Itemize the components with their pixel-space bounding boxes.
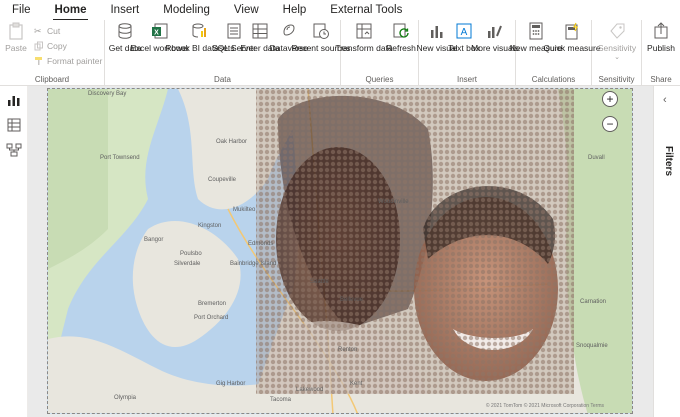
map-label-mukilteo: Mukilteo	[233, 207, 256, 213]
map-label-bellevue: Bellevue	[340, 297, 364, 303]
text-box-icon: A	[456, 23, 472, 39]
map-label-edmonds: Edmonds	[248, 241, 274, 247]
more-visuals-button[interactable]: More visuals	[471, 22, 519, 53]
map-label-oak-harbor: Oak Harbor	[216, 139, 248, 145]
format-painter-button[interactable]: Format painter	[34, 56, 102, 66]
calculator-icon	[529, 22, 543, 40]
menu-modeling[interactable]: Modeling	[151, 0, 222, 20]
insert-group-label: Insert	[456, 75, 477, 84]
chevron-down-icon: ⌄	[614, 54, 620, 61]
publish-icon	[654, 22, 668, 39]
data-group-label: Data	[214, 75, 231, 84]
format-painter-icon	[35, 57, 42, 65]
sensitivity-button[interactable]: Sensitivity ⌄	[596, 22, 638, 63]
publish-button[interactable]: Publish	[644, 22, 678, 53]
data-view-icon[interactable]	[6, 117, 22, 133]
map-image	[48, 89, 632, 413]
minus-icon: −	[606, 117, 614, 131]
insert-group: New visual A Text box More visuals Inser…	[416, 20, 519, 86]
refresh-button[interactable]: Refresh	[385, 22, 417, 53]
quick-measure-button[interactable]: Quick measure	[543, 22, 601, 53]
map-label-port-townsend: Port Townsend	[100, 155, 140, 161]
map-visual[interactable]: Discovery Bay Port Townsend Oak Harbor C…	[47, 88, 633, 414]
paste-button[interactable]: Paste	[4, 22, 28, 53]
calculations-group: New measure Quick measure Calculations	[510, 20, 601, 86]
map-label-silverdale: Silverdale	[174, 261, 201, 267]
sensitivity-group-label: Sensitivity	[598, 75, 635, 84]
map-label-seattle: Seattle	[310, 279, 329, 285]
clipboard-group: Paste ✂ Cut Copy Format painter Clipboar…	[0, 20, 105, 86]
paste-icon	[9, 22, 23, 40]
cut-button[interactable]: ✂ Cut	[34, 26, 60, 36]
chevron-left-icon[interactable]: ‹	[663, 94, 667, 106]
more-visuals-icon	[488, 25, 502, 38]
menu-insert[interactable]: Insert	[98, 0, 151, 20]
report-view-icon[interactable]	[6, 92, 22, 108]
model-view-icon[interactable]	[6, 142, 22, 158]
copy-icon	[34, 41, 43, 51]
map-label-duvall: Duvall	[588, 155, 605, 161]
map-label-bremerton: Bremerton	[198, 301, 227, 307]
copy-button[interactable]: Copy	[34, 41, 67, 51]
clipboard-group-label: Clipboard	[34, 75, 70, 84]
filters-pane[interactable]: ‹ Filters	[653, 86, 680, 417]
map-label-discovery-bay: Discovery Bay	[88, 91, 127, 97]
map-label-renton: Renton	[338, 347, 358, 353]
map-label-kent: Kent	[350, 381, 363, 387]
map-label-lakewood: Lakewood	[296, 387, 324, 393]
share-group: Publish Share	[642, 20, 680, 86]
ribbon: Paste ✂ Cut Copy Format painter Clipboar…	[0, 20, 680, 86]
zoom-out-button[interactable]: −	[602, 116, 618, 132]
refresh-icon	[393, 23, 409, 38]
menu-home[interactable]: Home	[43, 0, 99, 21]
plus-icon: +	[606, 92, 614, 106]
scissors-icon: ✂	[34, 26, 42, 36]
dataverse-icon	[283, 24, 295, 36]
map-label-gig-harbor: Gig Harbor	[216, 381, 246, 387]
new-visual-button[interactable]: New visual	[416, 22, 458, 53]
menu-view[interactable]: View	[222, 0, 271, 20]
map-label-tacoma: Tacoma	[270, 397, 292, 403]
sensitivity-group: Sensitivity ⌄ Sensitivity	[592, 20, 642, 86]
filters-label: Filters	[663, 146, 674, 177]
sql-server-icon	[227, 23, 241, 39]
map-label-olympia: Olympia	[114, 395, 137, 401]
map-label-kingston: Kingston	[198, 223, 222, 229]
menu-help[interactable]: Help	[271, 0, 319, 20]
map-label-bainbridge-island: Bainbridge Island	[230, 261, 277, 267]
recent-sources-icon	[313, 23, 329, 39]
menu-bar: File Home Insert Modeling View Help Exte…	[0, 0, 680, 21]
power-bi-dataset-icon	[192, 23, 206, 38]
share-group-label: Share	[650, 75, 672, 84]
map-label-woodinville: Woodinville	[378, 199, 409, 205]
map-label-poulsbo: Poulsbo	[180, 251, 202, 257]
sensitivity-label-icon	[610, 23, 625, 39]
svg-text:A: A	[461, 27, 468, 38]
map-copyright: © 2021 TomTom © 2021 Microsoft Corporati…	[485, 403, 604, 409]
zoom-in-button[interactable]: +	[602, 91, 618, 107]
transform-data-button[interactable]: Transform data	[335, 22, 393, 53]
menu-external-tools[interactable]: External Tools	[318, 0, 414, 20]
calculations-group-label: Calculations	[531, 75, 576, 84]
transform-data-icon	[356, 23, 372, 39]
excel-icon: X	[152, 23, 168, 39]
new-visual-icon	[431, 26, 443, 38]
queries-group: Transform data Refresh Queries	[335, 20, 419, 86]
map-label-port-orchard: Port Orchard	[194, 315, 229, 321]
table-icon	[252, 23, 268, 39]
menu-file[interactable]: File	[0, 0, 43, 20]
map-label-carnation: Carnation	[580, 299, 607, 305]
map-label-snoqualmie: Snoqualmie	[576, 343, 608, 349]
recent-sources-button[interactable]: Recent sources	[291, 22, 351, 53]
quick-measure-icon	[565, 22, 578, 40]
data-group: Get data X Excel workbook Power BI datas…	[105, 20, 351, 86]
database-icon	[118, 23, 132, 39]
view-switcher-rail	[0, 86, 28, 417]
svg-text:X: X	[154, 29, 159, 36]
map-label-bangor: Bangor	[144, 237, 164, 243]
map-label-coupeville: Coupeville	[208, 177, 237, 183]
queries-group-label: Queries	[365, 75, 394, 84]
